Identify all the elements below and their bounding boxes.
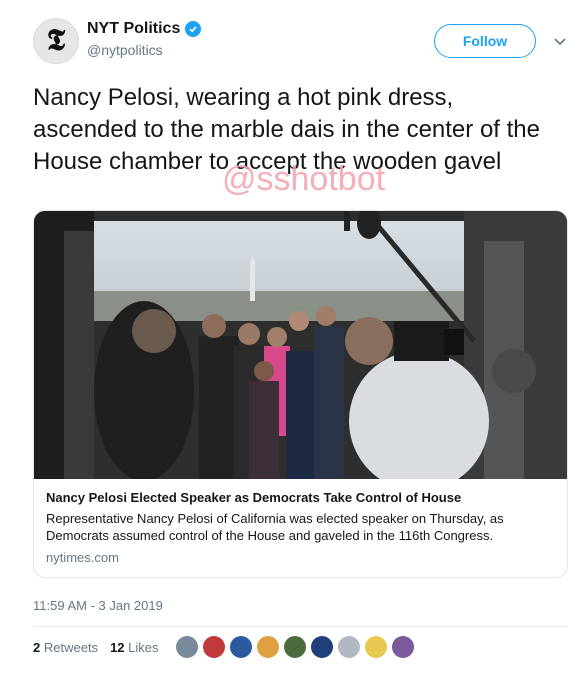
chevron-down-icon[interactable] — [551, 32, 569, 50]
link-card[interactable]: Nancy Pelosi Elected Speaker as Democrat… — [33, 210, 568, 578]
card-title[interactable]: Nancy Pelosi Elected Speaker as Democrat… — [46, 489, 557, 506]
liker-avatar[interactable] — [284, 636, 306, 658]
tweet-header: 𝕿 NYT Politics @nytpolitics Follow — [33, 16, 573, 68]
likes-count: 12 — [110, 640, 125, 655]
tweet-stats: 2 Retweets 12 Likes — [33, 640, 171, 655]
likes-label: Likes — [128, 640, 159, 655]
handle[interactable]: @nytpolitics — [87, 42, 201, 58]
liker-avatar[interactable] — [176, 636, 198, 658]
liker-avatar[interactable] — [230, 636, 252, 658]
card-body: Nancy Pelosi Elected Speaker as Democrat… — [34, 479, 567, 575]
retweets-stat[interactable]: 2 Retweets — [33, 640, 98, 655]
card-domain: nytimes.com — [46, 550, 119, 565]
display-name[interactable]: NYT Politics — [87, 20, 180, 38]
liker-avatar[interactable] — [338, 636, 360, 658]
avatar[interactable]: 𝕿 — [33, 18, 79, 64]
liker-avatar[interactable] — [257, 636, 279, 658]
tweet-timestamp[interactable]: 11:59 AM - 3 Jan 2019 — [33, 598, 163, 613]
watermark: @sshotbot — [222, 160, 386, 198]
likes-stat[interactable]: 12 Likes — [110, 640, 158, 655]
divider — [33, 626, 568, 627]
display-name-row[interactable]: NYT Politics — [87, 20, 202, 38]
retweets-label: Retweets — [43, 640, 99, 655]
liker-avatar[interactable] — [311, 636, 333, 658]
liker-avatar[interactable] — [392, 636, 414, 658]
card-description: Representative Nancy Pelosi of Californi… — [46, 511, 504, 543]
verified-icon — [185, 21, 202, 37]
liker-avatar[interactable] — [203, 636, 225, 658]
account-names: NYT Politics @nytpolitics — [87, 20, 202, 58]
follow-button[interactable]: Follow — [434, 24, 536, 58]
likers-avatars — [176, 636, 414, 658]
retweets-count: 2 — [33, 640, 41, 655]
card-image — [34, 211, 567, 479]
avatar-logo: 𝕿 — [46, 23, 66, 58]
liker-avatar[interactable] — [365, 636, 387, 658]
